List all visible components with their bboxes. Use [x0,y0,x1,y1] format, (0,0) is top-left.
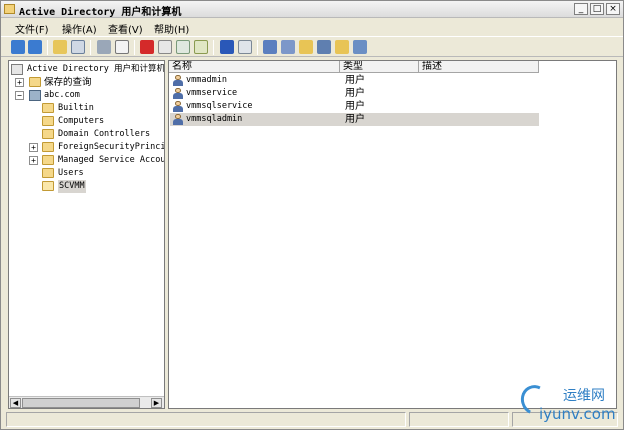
menu-view[interactable]: 查看(V) [108,21,143,36]
list-item[interactable]: vmmsqlservice 用户 [170,100,539,113]
ou-folder-icon [42,129,54,139]
folder-icon [42,168,54,178]
add-to-group-icon[interactable] [335,40,349,54]
user-type: 用户 [345,88,365,99]
folder-icon [42,103,54,113]
user-type: 用户 [345,114,365,125]
folder-icon [42,142,54,152]
user-icon [173,101,183,112]
user-type: 用户 [345,75,365,86]
tree-item-label: Active Directory 用户和计算机 [27,64,165,74]
export-icon[interactable] [194,40,208,54]
expand-icon[interactable]: + [29,156,38,165]
scroll-right-icon[interactable]: ▶ [151,398,162,408]
column-header-name[interactable]: 名称 [169,61,340,73]
copy-icon[interactable] [115,40,129,54]
toolbar-separator [134,40,135,55]
tree-horizontal-scrollbar[interactable]: ◀ ▶ [9,396,164,408]
up-icon[interactable] [53,40,67,54]
column-header-description[interactable]: 描述 [419,61,539,73]
list-item[interactable]: vmmadmin 用户 [170,74,539,87]
filter-icon[interactable] [317,40,331,54]
column-header-type[interactable]: 类型 [340,61,419,73]
watermark-logo: 运维网 iyunv.com [516,381,619,427]
refresh-icon[interactable] [176,40,190,54]
console-root-icon [11,64,23,75]
user-name: vmmadmin [186,75,227,85]
expand-icon[interactable]: + [29,143,38,152]
watermark-text-en: iyunv.com [539,405,616,423]
new-user-icon[interactable] [263,40,277,54]
tree-item-label: Managed Service Accour [58,155,165,165]
toolbar [1,36,623,57]
new-group-icon[interactable] [281,40,295,54]
cut-icon[interactable] [97,40,111,54]
properties-icon[interactable] [158,40,172,54]
user-type: 用户 [345,101,365,112]
toolbar-separator [47,40,48,55]
delegate-icon[interactable] [353,40,367,54]
watermark-text-cn: 运维网 [563,388,605,404]
expand-icon[interactable]: + [15,78,24,87]
back-icon[interactable] [11,40,25,54]
app-window: Active Directory 用户和计算机 _ □ × 文件(F) 操作(A… [0,0,624,430]
tree-item-label: ForeignSecurityPrincip [58,142,165,152]
user-icon [173,114,183,125]
app-icon [4,4,15,14]
user-icon [173,75,183,86]
forward-icon[interactable] [28,40,42,54]
delete-icon[interactable] [140,40,154,54]
menu-action[interactable]: 操作(A) [62,21,97,36]
tree-item-label: Domain Controllers [58,129,151,139]
show-hide-tree-icon[interactable] [71,40,85,54]
tree-item-label: 保存的查询 [44,77,92,88]
tree-pane[interactable]: Active Directory 用户和计算机 + 保存的查询 − abc.co… [8,60,165,409]
close-button[interactable]: × [606,3,620,15]
title-bar[interactable]: Active Directory 用户和计算机 _ □ × [1,1,623,18]
user-name: vmmservice [186,88,238,98]
tree-item-label: Builtin [58,103,94,113]
new-ou-icon[interactable] [299,40,313,54]
tree-item-label: SCVMM [58,180,86,193]
folder-icon [42,116,54,126]
menu-file[interactable]: 文件(F) [15,21,49,36]
ou-folder-icon [42,181,54,191]
console-icon[interactable] [238,40,252,54]
folder-icon [42,155,54,165]
status-cell-secondary [409,412,509,427]
menu-bar: 文件(F) 操作(A) 查看(V) 帮助(H) [1,19,623,36]
help-icon[interactable] [220,40,234,54]
domain-icon [29,90,41,101]
menu-help[interactable]: 帮助(H) [154,21,189,36]
toolbar-separator [90,40,91,55]
window-title: Active Directory 用户和计算机 [19,7,182,18]
folder-icon [29,77,41,87]
collapse-icon[interactable]: − [15,91,24,100]
user-name: vmmsqlservice [186,101,253,111]
user-icon [173,88,183,99]
status-cell-main [6,412,406,427]
minimize-button[interactable]: _ [574,3,588,15]
toolbar-separator [213,40,214,55]
details-pane[interactable]: 名称 类型 描述 vmmadmin 用户 vmmservice 用户 vmmsq… [168,60,617,409]
list-item-selected[interactable]: vmmsqladmin 用户 [170,113,539,126]
restore-button[interactable]: □ [590,3,604,15]
tree-item-label: abc.com [44,90,80,100]
scroll-left-icon[interactable]: ◀ [10,398,21,408]
user-name: vmmsqladmin [186,114,243,124]
list-item[interactable]: vmmservice 用户 [170,87,539,100]
tree-item-label: Users [58,168,84,178]
toolbar-separator [257,40,258,55]
tree-item-label: Computers [58,116,105,126]
scroll-thumb[interactable] [22,398,140,408]
